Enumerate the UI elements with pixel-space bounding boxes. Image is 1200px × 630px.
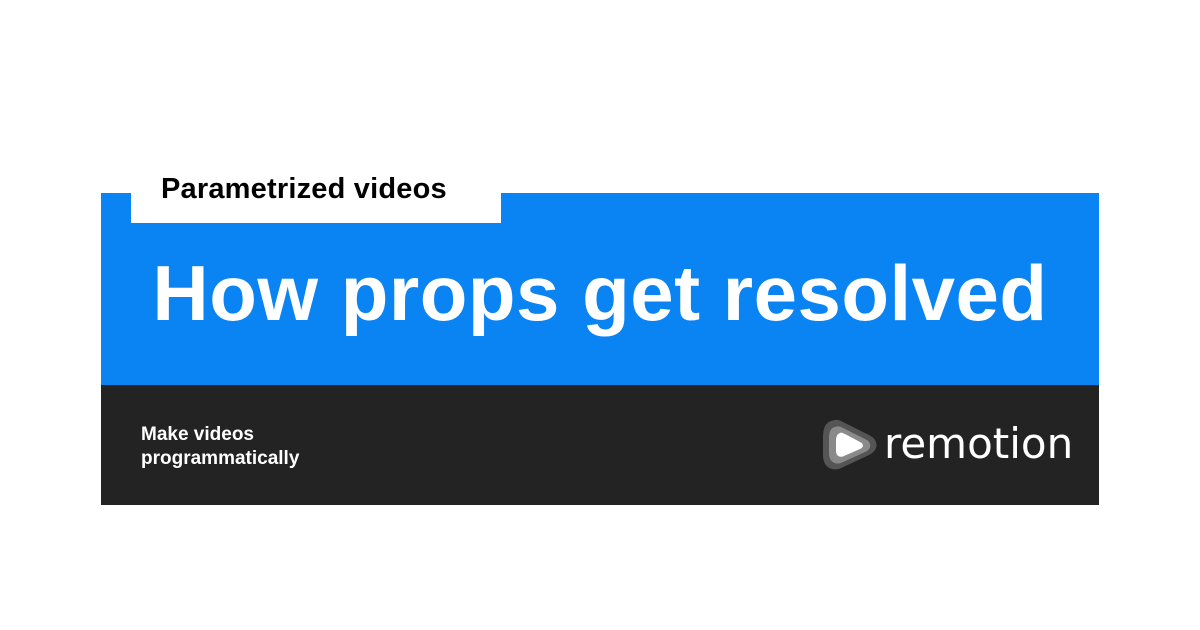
brand-name: remotion	[884, 419, 1074, 468]
page-title: How props get resolved	[152, 249, 1048, 337]
category-tab: Parametrized videos	[131, 163, 501, 223]
title-card: How props get resolved Make videos progr…	[101, 193, 1099, 505]
brand-logo: remotion	[821, 413, 1073, 477]
tagline: Make videos programmatically	[141, 423, 361, 471]
remotion-play-logo-icon	[823, 419, 877, 470]
tagline-line-1: Make videos	[141, 424, 254, 445]
tagline-line-2: programmatically	[141, 448, 300, 469]
og-image-canvas: How props get resolved Make videos progr…	[0, 0, 1200, 630]
category-label: Parametrized videos	[161, 173, 447, 205]
footer-panel: Make videos programmatically remotion	[101, 385, 1099, 505]
